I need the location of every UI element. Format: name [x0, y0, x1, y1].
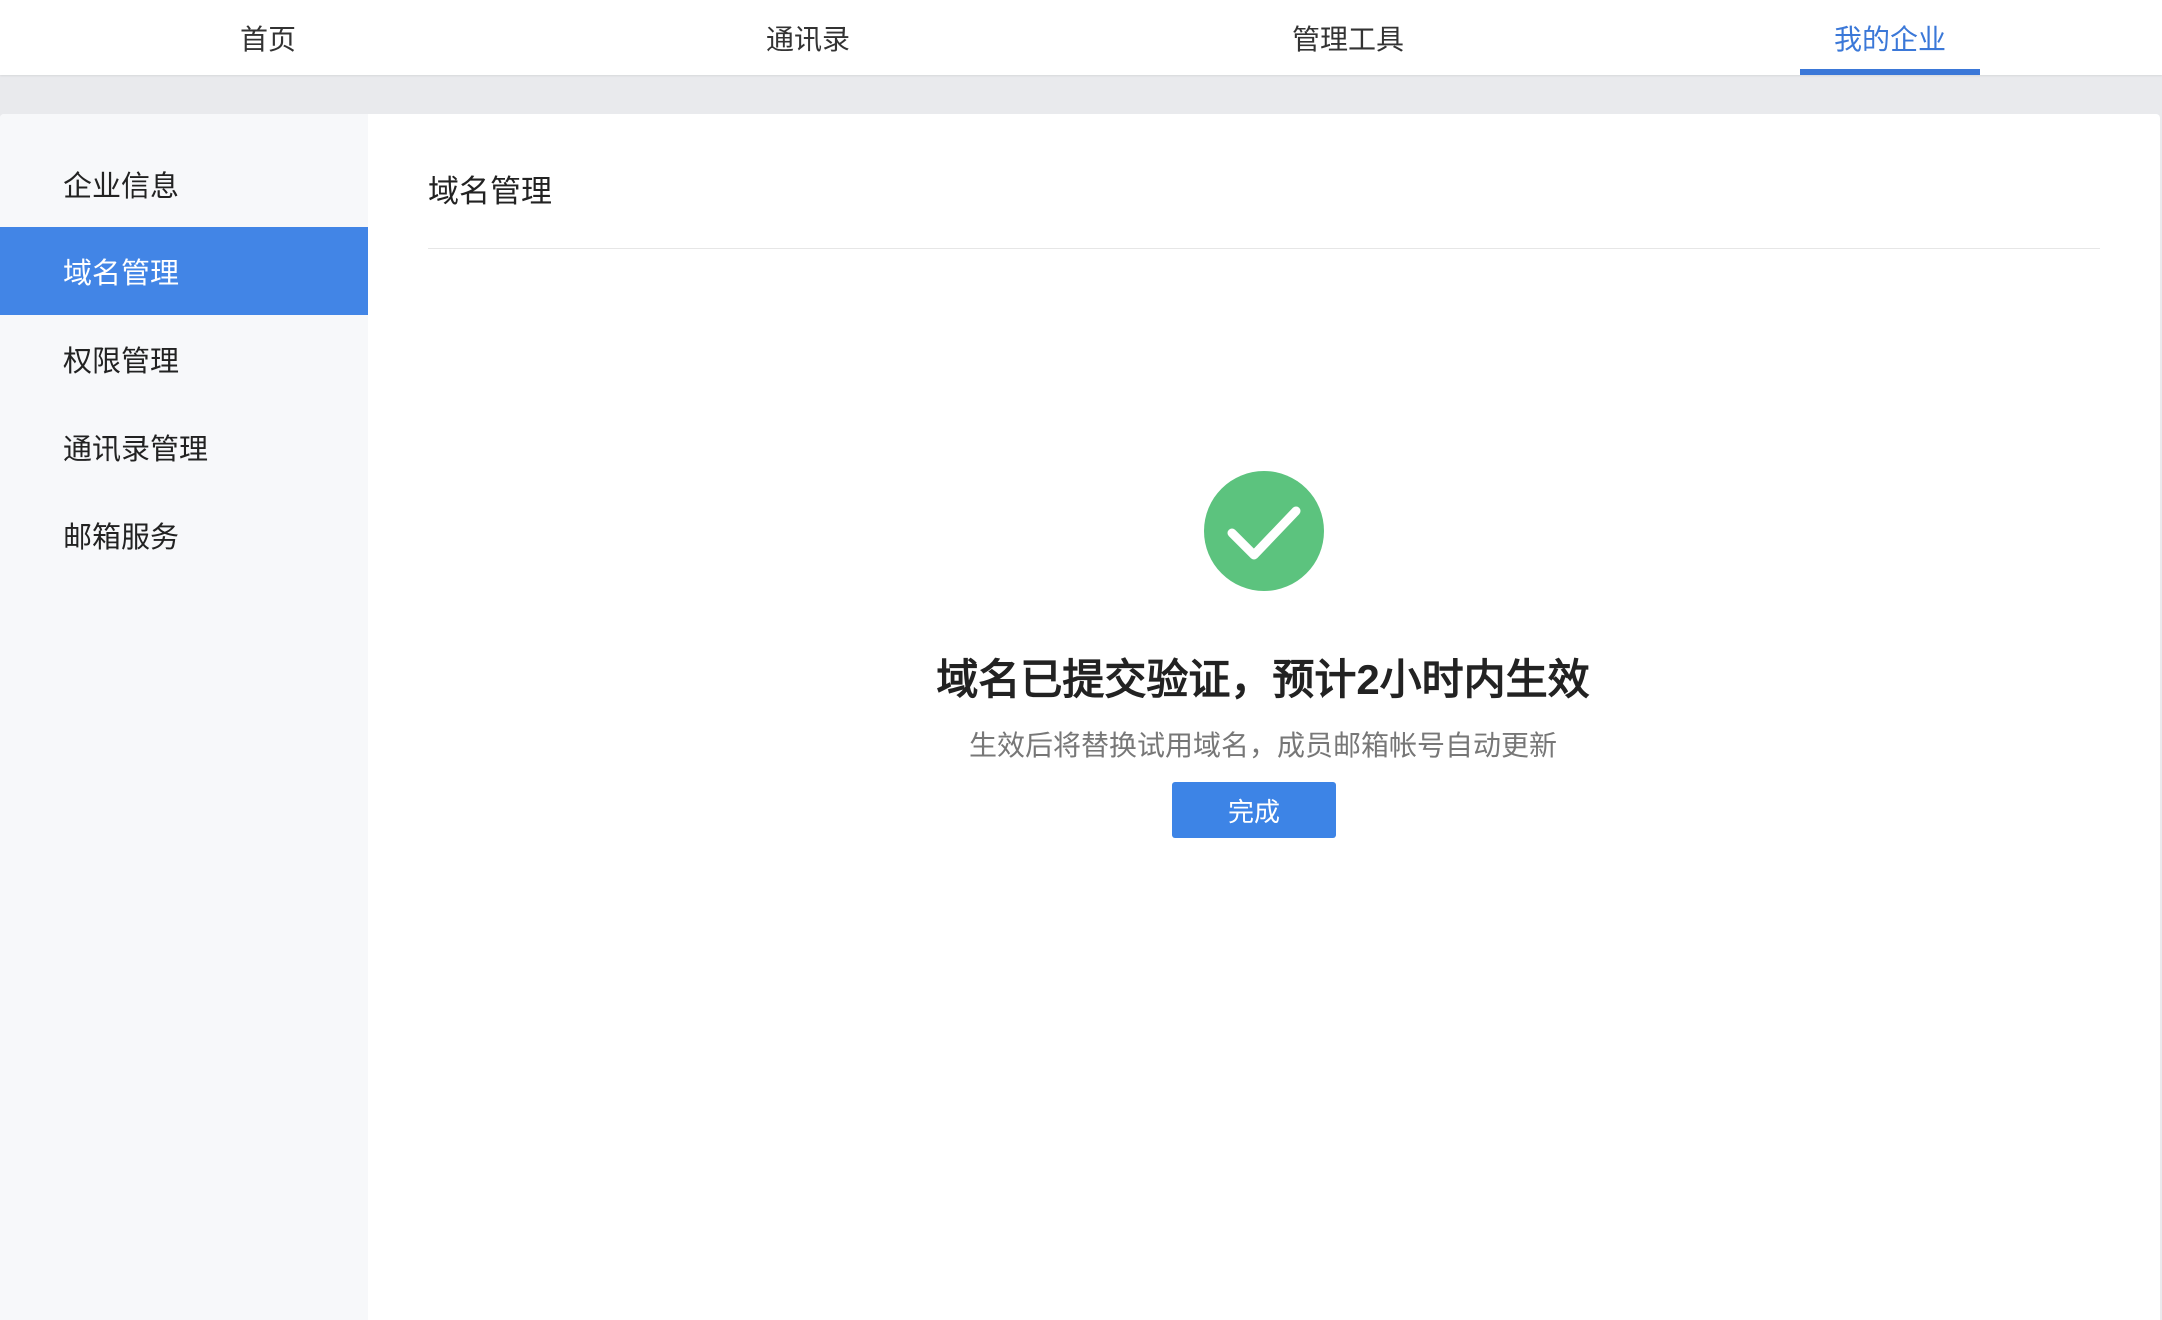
- sidebar-item-enterprise-info[interactable]: 企业信息: [0, 140, 368, 228]
- check-circle-icon: [1204, 471, 1324, 591]
- done-button[interactable]: 完成: [1172, 782, 1336, 838]
- sidebar-item-domain-management[interactable]: 域名管理: [0, 227, 368, 315]
- success-submessage: 生效后将替换试用域名，成员邮箱帐号自动更新: [968, 730, 1557, 761]
- sidebar-item-contacts-management[interactable]: 通讯录管理: [0, 403, 368, 491]
- page-title: 域名管理: [428, 174, 552, 209]
- sidebar-item-label: 邮箱服务: [63, 522, 180, 554]
- nav-tab-label: 首页: [239, 23, 296, 55]
- sidebar-item-label: 通讯录管理: [63, 434, 209, 466]
- nav-tab-label: 管理工具: [1291, 23, 1404, 55]
- active-tab-indicator: [1800, 69, 1980, 75]
- nav-tab-my-enterprise[interactable]: 我的企业: [1800, 0, 1980, 75]
- sidebar-item-label: 权限管理: [63, 346, 180, 378]
- sidebar-item-mail-service[interactable]: 邮箱服务: [0, 491, 368, 579]
- sidebar: 企业信息 域名管理 权限管理 通讯录管理 邮箱服务: [0, 114, 368, 1320]
- content-area: 域名管理 域名已提交验证，预计2小时内生效 生效后将替换试用域名，成员邮箱帐号自…: [368, 114, 2160, 1320]
- sidebar-item-permission-management[interactable]: 权限管理: [0, 315, 368, 403]
- top-navigation: 首页 通讯录 管理工具 我的企业: [0, 0, 2162, 75]
- main-panel: 企业信息 域名管理 权限管理 通讯录管理 邮箱服务 域名管理 域名已提交验证，预…: [0, 114, 2160, 1320]
- nav-tab-label: 我的企业: [1833, 23, 1946, 55]
- sidebar-item-label: 域名管理: [63, 258, 180, 290]
- sidebar-item-label: 企业信息: [63, 171, 180, 203]
- success-message: 域名已提交验证，预计2小时内生效: [936, 656, 1590, 703]
- title-divider: [428, 248, 2100, 249]
- nav-tab-contacts[interactable]: 通讯录: [728, 0, 888, 75]
- nav-tab-management-tools[interactable]: 管理工具: [1268, 0, 1428, 75]
- nav-tab-home[interactable]: 首页: [188, 0, 348, 75]
- nav-tab-label: 通讯录: [765, 23, 850, 55]
